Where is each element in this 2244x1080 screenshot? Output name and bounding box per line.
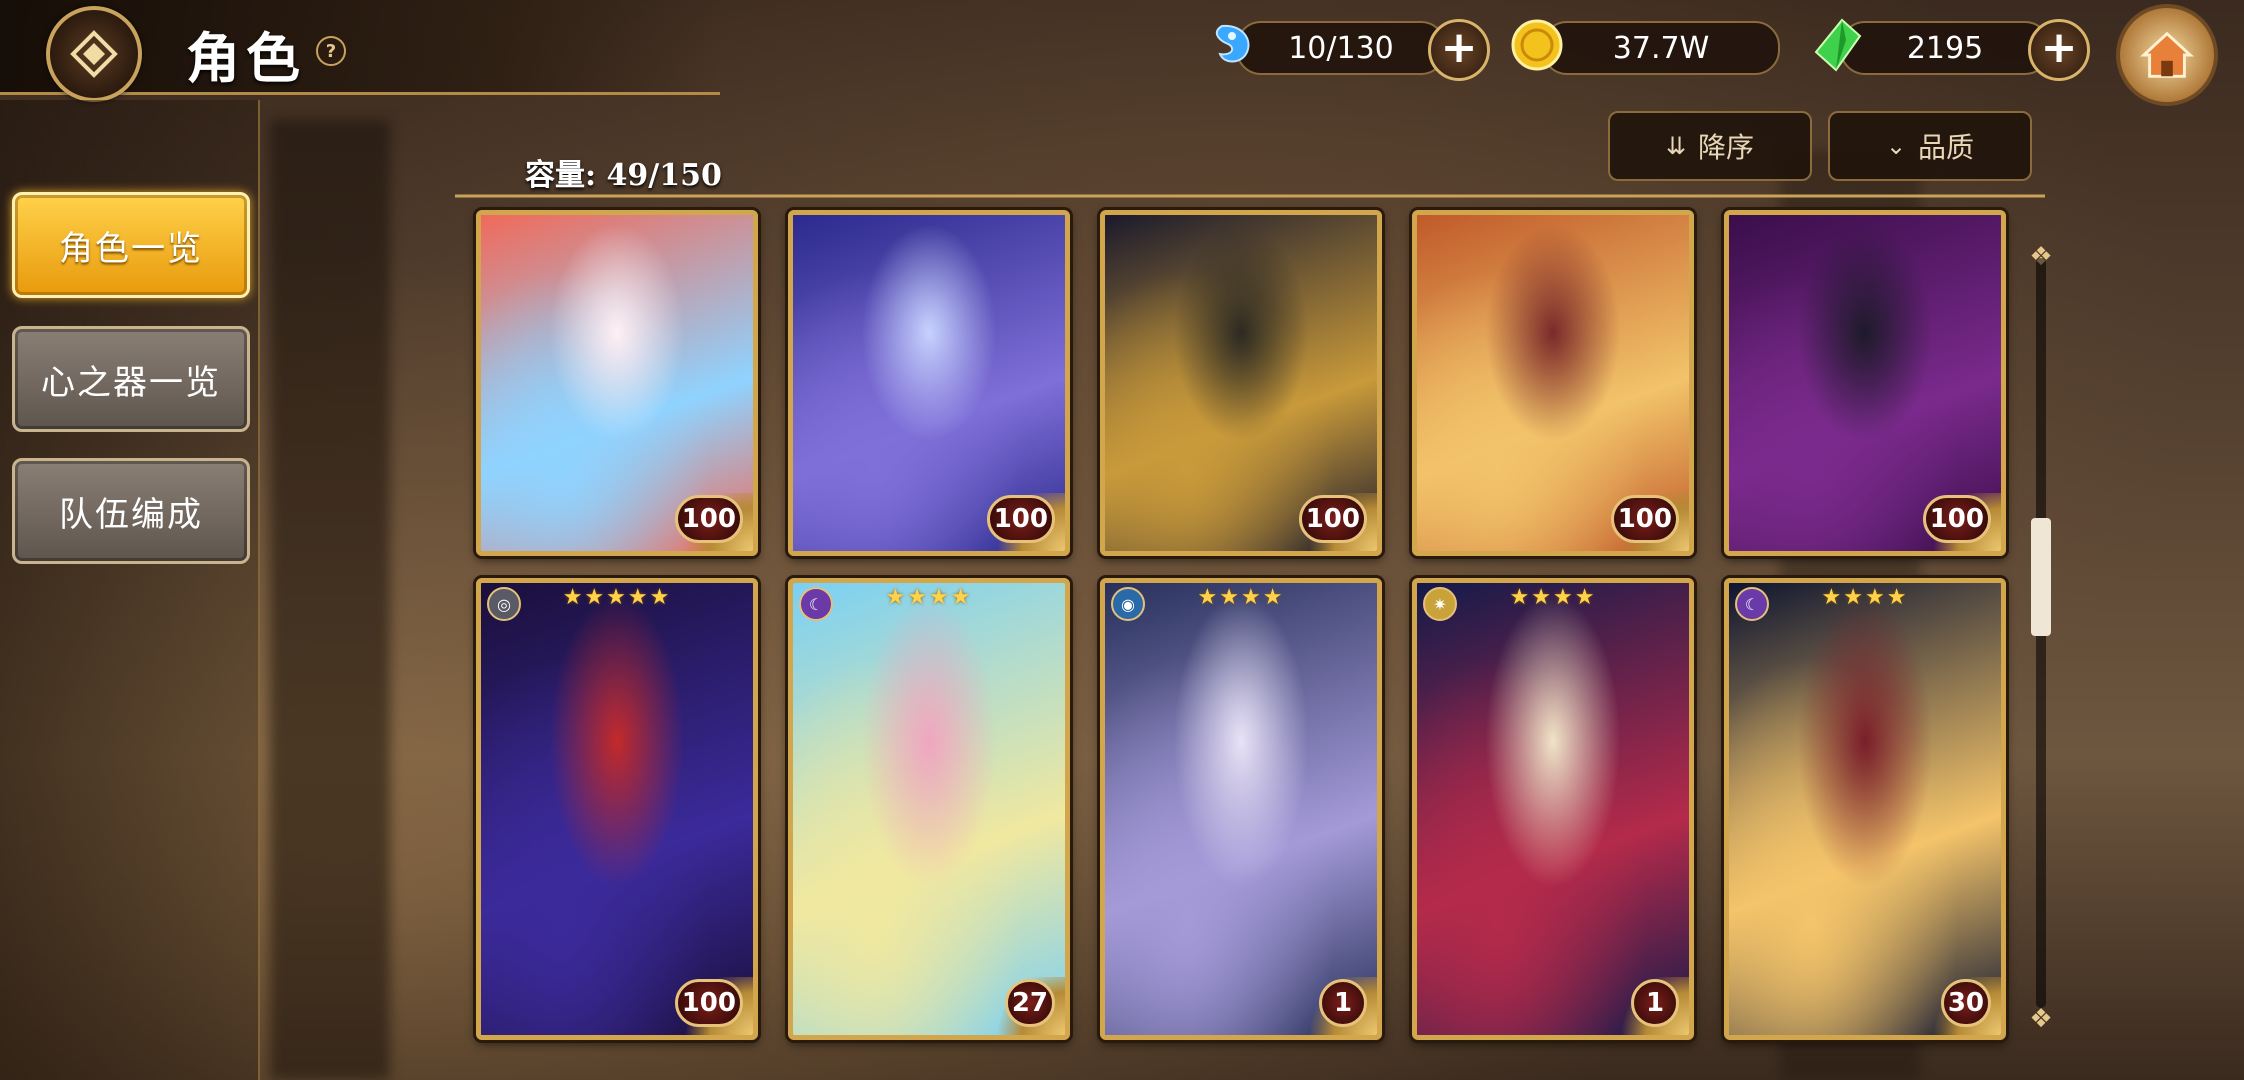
home-icon: [2140, 31, 2194, 78]
level-badge: 100: [674, 495, 743, 543]
element-dark-icon: ☾: [799, 587, 833, 621]
sort-arrows-icon: ⇊: [1665, 132, 1687, 160]
character-art: [1417, 583, 1689, 1035]
character-card[interactable]: ★★★★★ ◎ 100: [476, 578, 758, 1040]
green-crystal-icon: [1814, 18, 1862, 72]
back-button[interactable]: [46, 6, 142, 102]
character-card[interactable]: ★★★★ ✷ 1: [1412, 578, 1694, 1040]
stamina-counter: 10/130: [1236, 21, 1446, 75]
gem-counter: 2195: [1840, 21, 2050, 75]
quality-filter-button[interactable]: ⌄ 品质: [1828, 111, 2032, 181]
level-badge: 30: [1940, 979, 1991, 1027]
chevron-down-icon: ⌄: [1885, 132, 1907, 160]
level-badge: 1: [1631, 979, 1679, 1027]
add-gems-button[interactable]: +: [2028, 19, 2090, 81]
character-art: [1729, 583, 2001, 1035]
level-badge: 1: [1319, 979, 1367, 1027]
water-drop-icon: [1215, 24, 1250, 63]
sort-order-label: 降序: [1698, 131, 1755, 164]
background-pillar: [270, 120, 390, 1080]
scrollbar-thumb[interactable]: [2031, 518, 2051, 636]
sidebar-item-label: 角色一览: [59, 228, 203, 269]
character-card[interactable]: 100: [1724, 210, 2006, 556]
gold-value: 37.7W: [1612, 30, 1710, 66]
character-art: [1105, 583, 1377, 1035]
scroll-bottom-ornament: ❖: [2029, 1004, 2053, 1034]
stamina-value: 10/130: [1288, 30, 1394, 66]
element-wind-icon: ◎: [487, 587, 521, 621]
character-card[interactable]: 100: [476, 210, 758, 556]
rarity-stars: ★★★★: [1821, 585, 1909, 610]
gold-coin-icon: [1511, 19, 1563, 71]
diamond-back-icon: [70, 30, 118, 78]
rarity-stars: ★★★★: [885, 585, 973, 610]
gem-value: 2195: [1906, 30, 1984, 66]
help-icon[interactable]: ?: [316, 36, 346, 66]
quality-filter-label: 品质: [1918, 131, 1975, 164]
level-badge: 27: [1004, 979, 1055, 1027]
character-card[interactable]: 100: [788, 210, 1070, 556]
sort-order-button[interactable]: ⇊ 降序: [1608, 111, 1812, 181]
level-badge: 100: [1298, 495, 1367, 543]
rarity-stars: ★★★★: [1509, 585, 1597, 610]
element-water-icon: ◉: [1111, 587, 1145, 621]
element-dark-icon: ☾: [1735, 587, 1769, 621]
character-card[interactable]: ★★★★ ☾ 27: [788, 578, 1070, 1040]
sidebar-item-label: 心之器一览: [41, 362, 221, 403]
gold-divider: [455, 194, 2045, 198]
rarity-stars: ★★★★★: [562, 585, 672, 610]
capacity-label: 容量: 49/150: [525, 158, 722, 193]
home-button[interactable]: [2116, 4, 2218, 106]
character-card[interactable]: ★★★★ ☾ 30: [1724, 578, 2006, 1040]
character-art: [481, 583, 753, 1035]
level-badge: 100: [1922, 495, 1991, 543]
character-art: [793, 583, 1065, 1035]
page-title: 角色: [186, 26, 306, 90]
element-light-icon: ✷: [1423, 587, 1457, 621]
level-badge: 100: [986, 495, 1055, 543]
level-badge: 100: [674, 979, 743, 1027]
add-stamina-button[interactable]: +: [1428, 19, 1490, 81]
character-card[interactable]: ★★★★ ◉ 1: [1100, 578, 1382, 1040]
level-badge: 100: [1610, 495, 1679, 543]
sidebar-item-character-list[interactable]: 角色一览: [12, 192, 250, 298]
gold-counter: 37.7W: [1542, 21, 1780, 75]
character-card[interactable]: 100: [1412, 210, 1694, 556]
sidebar-item-label: 队伍编成: [59, 494, 203, 535]
sidebar-item-team-formation[interactable]: 队伍编成: [12, 458, 250, 564]
sidebar-item-heart-vessel-list[interactable]: 心之器一览: [12, 326, 250, 432]
character-card[interactable]: 100: [1100, 210, 1382, 556]
rarity-stars: ★★★★: [1197, 585, 1285, 610]
